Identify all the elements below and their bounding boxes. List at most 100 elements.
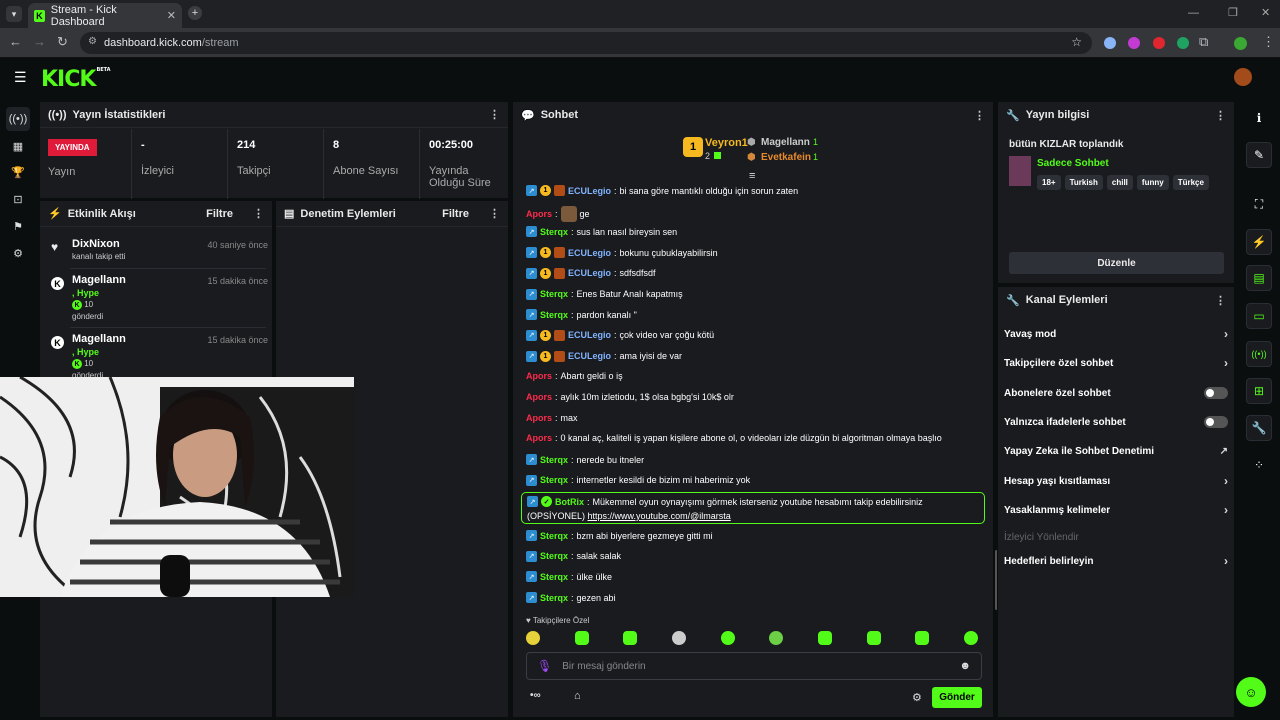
emote-icon[interactable] [817, 631, 832, 645]
tab-close-icon[interactable]: ✕ [167, 9, 176, 22]
emote-icon[interactable] [963, 631, 978, 645]
browser-menu-icon[interactable]: ⋮ [1262, 34, 1275, 50]
close-window-icon[interactable]: ✕ [1261, 6, 1270, 19]
stream-nav-icon[interactable]: ((•)) [6, 107, 30, 131]
url-field[interactable]: ⚙ dashboard.kick.com/stream ☆ [80, 32, 1092, 54]
site-info-icon[interactable]: ⚙ [88, 36, 97, 47]
tag[interactable]: funny [1136, 175, 1169, 190]
channel-action-item[interactable]: Takipçilere özel sohbet › [1004, 355, 1228, 371]
leader-second-name[interactable]: Magellann [761, 137, 810, 148]
add-widget-icon[interactable]: ⁘ [1246, 452, 1272, 478]
extensions-puzzle-icon[interactable]: ⧉ [1199, 34, 1208, 50]
leader-first-name[interactable]: Veyron1 [705, 137, 748, 149]
store-icon[interactable]: ⌂ [574, 690, 581, 702]
new-tab-icon[interactable]: + [188, 6, 202, 20]
chat-username[interactable]: Apors [526, 371, 552, 381]
notes-icon[interactable]: ▤ [1246, 265, 1272, 291]
tag[interactable]: 18+ [1037, 175, 1061, 190]
chat-username[interactable]: Apors [526, 413, 552, 423]
emote-icon[interactable] [915, 631, 930, 645]
emote-icon[interactable] [526, 631, 540, 645]
moderation-filter-button[interactable]: Filtre [442, 208, 469, 220]
chat-username[interactable]: Apors [526, 209, 552, 219]
chat-username[interactable]: ECULegio [568, 186, 611, 196]
bookmark-star-icon[interactable]: ☆ [1071, 35, 1082, 49]
edit-stream-button[interactable]: Düzenle [1009, 252, 1224, 274]
toggle-switch[interactable] [1204, 387, 1228, 399]
chat-username[interactable]: Sterqx [540, 593, 568, 603]
channel-action-item[interactable]: Abonelere özel sohbet [1004, 385, 1228, 401]
fullscreen-icon[interactable]: ⛶ [1246, 191, 1272, 217]
emote-icon[interactable] [574, 631, 589, 645]
channel-action-item[interactable]: Hedefleri belirleyin › [1004, 553, 1228, 569]
chat-input-field[interactable]: 🎙 Bir mesaj gönderin ☻ [526, 652, 982, 680]
emoji-picker-icon[interactable]: ☻ [959, 660, 971, 672]
profile-avatar-icon[interactable] [1234, 37, 1247, 50]
analytics-nav-icon[interactable]: ▦ [6, 134, 30, 158]
kick-logo[interactable]: KICKBETA [41, 67, 111, 92]
chat-username[interactable]: ECULegio [568, 268, 611, 278]
community-nav-icon[interactable]: ⚑ [6, 214, 30, 238]
back-icon[interactable]: ← [9, 34, 22, 49]
send-button[interactable]: Gönder [932, 687, 982, 708]
chat-more-icon[interactable]: ⋮ [974, 109, 985, 122]
tag[interactable]: Turkish [1064, 175, 1103, 190]
chat-username[interactable]: ECULegio [568, 248, 611, 258]
chat-username[interactable]: Sterqx [540, 310, 568, 320]
chat-username[interactable]: ECULegio [568, 330, 611, 340]
tab-search-icon[interactable]: ▾ [6, 6, 22, 22]
chat-username[interactable]: Apors [526, 433, 552, 443]
channel-action-item[interactable]: Hesap yaşı kısıtlaması › [1004, 473, 1228, 489]
edit-pencil-icon[interactable]: ✎ [1246, 142, 1272, 168]
extension-icon[interactable] [1153, 37, 1165, 49]
microphone-icon[interactable]: 🎙 [537, 659, 552, 673]
chat-popout-icon[interactable]: ▭ [1246, 303, 1272, 329]
maximize-icon[interactable]: ❐ [1228, 6, 1238, 19]
extension-icon[interactable] [1177, 37, 1189, 49]
chat-username[interactable]: Sterqx [540, 289, 568, 299]
layout-icon[interactable]: ⊞ [1246, 378, 1272, 404]
youtube-link[interactable]: https://www.youtube.com/@ilmarsta [588, 511, 731, 521]
collapse-leaderboard-icon[interactable]: ≡ [749, 170, 755, 182]
tag[interactable]: Türkçe [1172, 175, 1209, 190]
chat-username[interactable]: Sterqx [540, 572, 568, 582]
chat-username[interactable]: Sterqx [540, 475, 568, 485]
channel-action-item[interactable]: Yapay Zeka ile Sohbet Denetimi ↗ [1004, 443, 1228, 459]
stats-more-icon[interactable]: ⋮ [489, 108, 500, 121]
activity-more-icon[interactable]: ⋮ [253, 207, 264, 220]
help-support-icon[interactable]: ☺ [1236, 677, 1266, 707]
chat-settings-icon[interactable]: ⚙ [912, 691, 922, 704]
minimize-icon[interactable]: — [1188, 7, 1199, 19]
chat-username[interactable]: ECULegio [568, 351, 611, 361]
activity-filter-button[interactable]: Filtre [206, 208, 233, 220]
moderation-more-icon[interactable]: ⋮ [489, 207, 500, 220]
channel-action-item[interactable]: Yasaklanmış kelimeler › [1004, 502, 1228, 518]
extension-icon[interactable] [1128, 37, 1140, 49]
quick-actions-icon[interactable]: ⚡ [1246, 229, 1272, 255]
browser-tab[interactable]: K Stream - Kick Dashboard ✕ [28, 3, 182, 28]
stream-info-more-icon[interactable]: ⋮ [1215, 109, 1226, 122]
channel-action-item[interactable]: Yalnızca ifadelerle sohbet [1004, 414, 1228, 430]
channel-action-item[interactable]: Yavaş mod › [1004, 326, 1228, 342]
tools-icon[interactable]: 🔧 [1246, 415, 1272, 441]
hamburger-menu-icon[interactable]: ☰ [14, 70, 27, 84]
chat-username[interactable]: Sterqx [540, 531, 568, 541]
trophy-nav-icon[interactable]: 🏆 [6, 160, 30, 184]
category-name[interactable]: Sadece Sohbet [1037, 158, 1109, 169]
chat-username[interactable]: Sterqx [540, 455, 568, 465]
emote-icon[interactable] [866, 631, 881, 645]
leader-third-name[interactable]: Evetkafein [761, 152, 811, 163]
kick-points-icon[interactable]: •∞ [530, 690, 541, 701]
chat-username[interactable]: Apors [526, 392, 552, 402]
chat-username[interactable]: BotRix [555, 497, 584, 507]
chat-username[interactable]: Sterqx [540, 551, 568, 561]
webcam-overlay[interactable] [0, 377, 354, 597]
emote-icon[interactable] [720, 631, 735, 645]
tag[interactable]: chill [1106, 175, 1133, 190]
emote-icon[interactable] [769, 631, 784, 645]
reload-icon[interactable]: ↻ [57, 34, 68, 50]
info-icon[interactable]: ℹ [1246, 105, 1272, 131]
user-avatar[interactable] [1234, 68, 1252, 86]
broadcast-panel-icon[interactable]: ((•)) [1246, 341, 1272, 367]
emote-icon[interactable] [623, 631, 638, 645]
